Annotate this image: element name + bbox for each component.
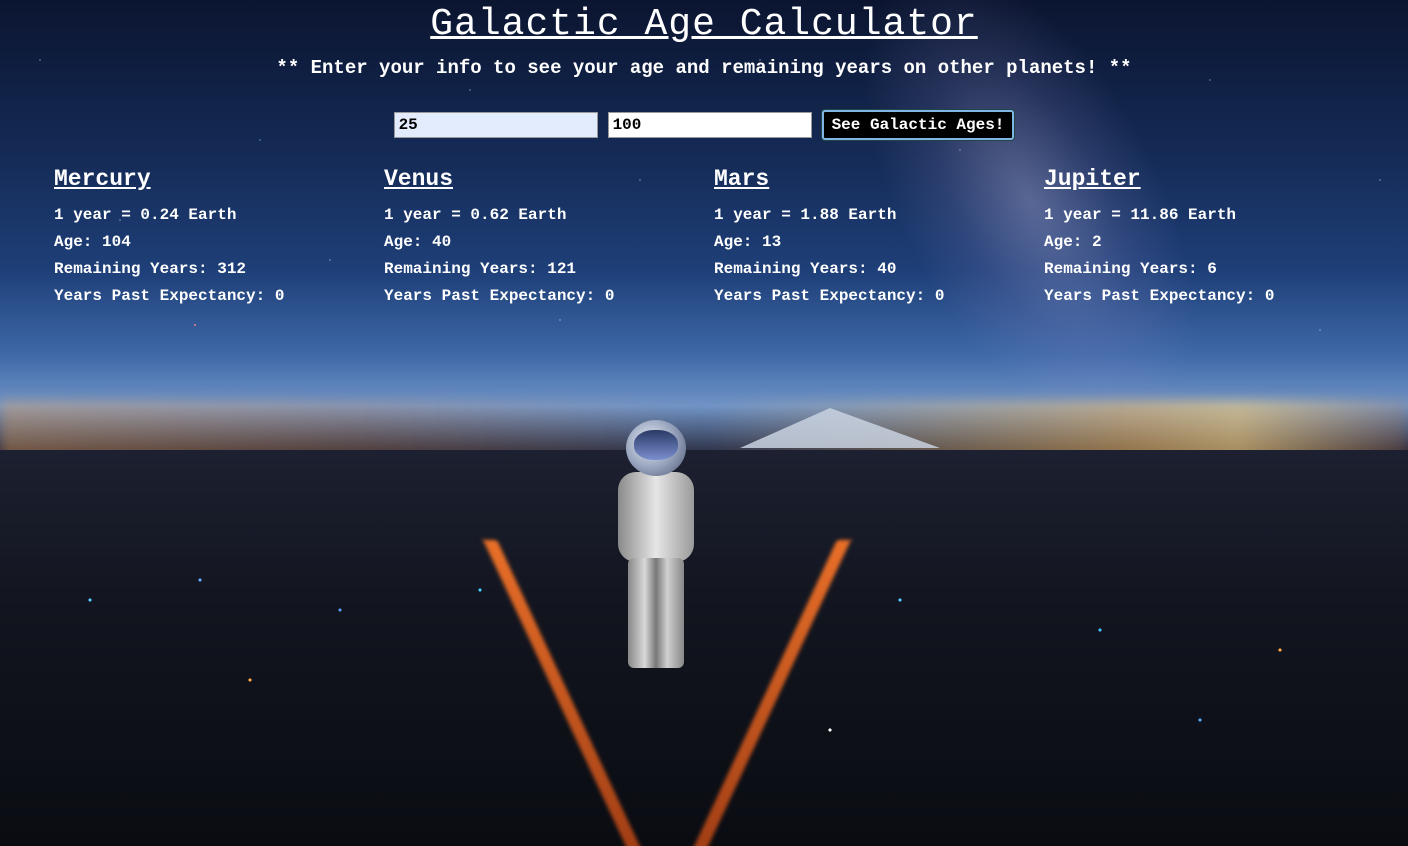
planet-name: Mercury [54, 166, 151, 192]
planet-years-past-expectancy: Years Past Expectancy: 0 [384, 287, 615, 305]
astronaut-legs [628, 558, 684, 668]
planet-age: Age: 13 [714, 233, 782, 251]
mountain [740, 408, 940, 448]
life-expectancy-input[interactable] [607, 112, 812, 138]
see-galactic-ages-button[interactable]: See Galactic Ages! [821, 110, 1015, 140]
planet-year-ratio: 1 year = 11.86 Earth [1044, 206, 1237, 224]
astronaut-torso [618, 472, 694, 562]
planet-remaining-years: Remaining Years: 121 [384, 260, 577, 278]
planet-years-past-expectancy: Years Past Expectancy: 0 [54, 287, 285, 305]
planet-age: Age: 40 [384, 233, 452, 251]
planet-name: Venus [384, 166, 454, 192]
planet-card-venus: Venus 1 year = 0.62 Earth Age: 40 Remain… [384, 164, 714, 310]
astronaut-figure [610, 420, 702, 670]
planet-year-ratio: 1 year = 0.62 Earth [384, 206, 567, 224]
header: Galactic Age Calculator ** Enter your in… [0, 0, 1408, 140]
page-subtitle: ** Enter your info to see your age and r… [276, 57, 1132, 79]
planet-remaining-years: Remaining Years: 312 [54, 260, 247, 278]
planet-age: Age: 104 [54, 233, 131, 251]
planet-name: Jupiter [1044, 166, 1141, 192]
planet-remaining-years: Remaining Years: 40 [714, 260, 897, 278]
planet-name: Mars [714, 166, 770, 192]
planet-card-jupiter: Jupiter 1 year = 11.86 Earth Age: 2 Rema… [1044, 164, 1374, 310]
planet-card-mars: Mars 1 year = 1.88 Earth Age: 13 Remaini… [714, 164, 1044, 310]
planet-year-ratio: 1 year = 0.24 Earth [54, 206, 237, 224]
planet-year-ratio: 1 year = 1.88 Earth [714, 206, 897, 224]
age-input[interactable] [393, 112, 598, 138]
planet-results: Mercury 1 year = 0.24 Earth Age: 104 Rem… [54, 164, 1384, 310]
planet-remaining-years: Remaining Years: 6 [1044, 260, 1217, 278]
astronaut-visor [634, 430, 678, 460]
planet-years-past-expectancy: Years Past Expectancy: 0 [1044, 287, 1275, 305]
planet-age: Age: 2 [1044, 233, 1102, 251]
page-title: Galactic Age Calculator [430, 3, 978, 46]
glowing-flowers [0, 520, 1408, 846]
age-form: See Galactic Ages! [0, 110, 1408, 140]
planet-card-mercury: Mercury 1 year = 0.24 Earth Age: 104 Rem… [54, 164, 384, 310]
planet-years-past-expectancy: Years Past Expectancy: 0 [714, 287, 945, 305]
